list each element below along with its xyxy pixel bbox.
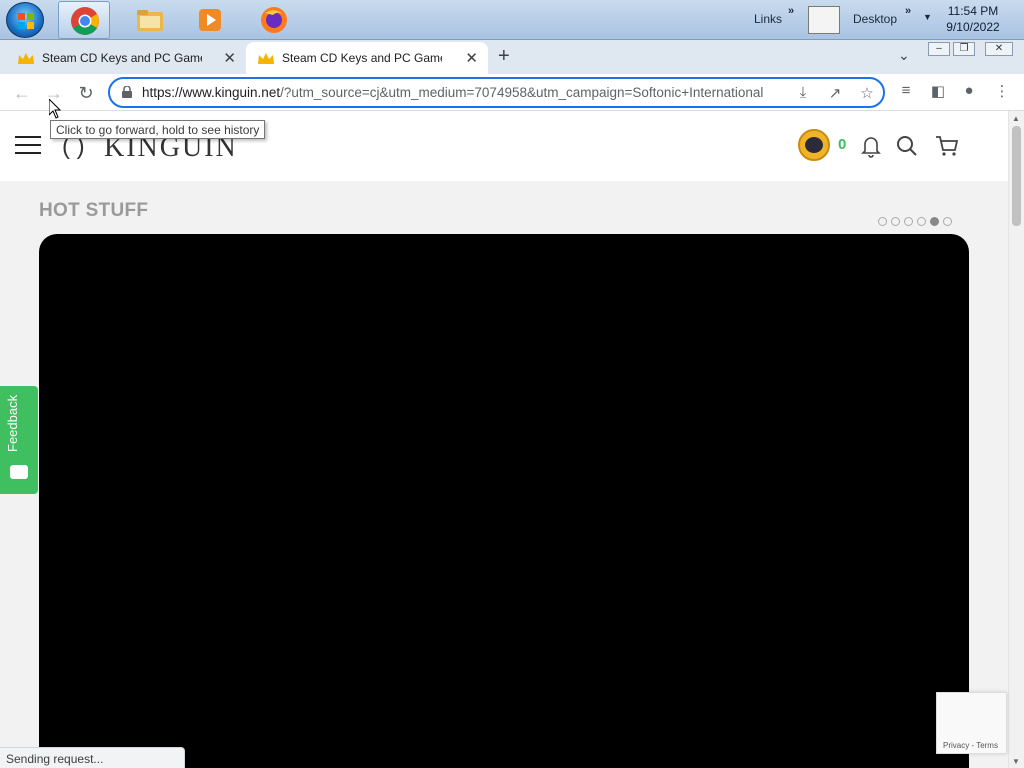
taskbar-chrome[interactable] bbox=[58, 1, 110, 39]
url-host: https://www.kinguin.net bbox=[142, 85, 281, 100]
lock-icon bbox=[122, 86, 132, 98]
tab-title: Steam CD Keys and PC Game Keys bbox=[42, 51, 202, 65]
clock-date: 9/10/2022 bbox=[946, 20, 1000, 34]
desktop-label: Desktop bbox=[853, 12, 898, 26]
chrome-icon bbox=[71, 7, 99, 35]
side-panel-icon[interactable]: ◧ bbox=[927, 82, 949, 104]
carousel-dot[interactable] bbox=[930, 217, 939, 226]
feedback-label: Feedback bbox=[5, 394, 20, 452]
system-clock[interactable]: 11:54 PM 9/10/2022 bbox=[938, 3, 1008, 35]
taskbar-file-explorer[interactable] bbox=[124, 1, 176, 39]
search-icon[interactable] bbox=[894, 133, 920, 159]
scroll-down-arrow-icon[interactable]: ▼ bbox=[1012, 757, 1020, 766]
recaptcha-badge[interactable]: Privacy - Terms bbox=[936, 692, 1007, 754]
bell-icon[interactable] bbox=[858, 133, 884, 159]
address-bar[interactable]: https://www.kinguin.net/?utm_source=cj&u… bbox=[108, 77, 885, 108]
clock-time: 11:54 PM bbox=[947, 4, 999, 18]
feedback-icon bbox=[10, 465, 28, 479]
url-path: /?utm_source=cj&utm_medium=7074958&utm_c… bbox=[280, 85, 764, 100]
share-icon[interactable]: ↗ bbox=[825, 84, 845, 104]
tab-strip: Steam CD Keys and PC Game Keys ✕ Steam C… bbox=[0, 40, 1024, 74]
page-scrollbar[interactable]: ▲ ▼ bbox=[1008, 111, 1024, 768]
new-tab-button[interactable]: + bbox=[498, 45, 510, 68]
file-explorer-icon bbox=[137, 10, 163, 31]
reload-icon[interactable]: ↻ bbox=[74, 81, 98, 105]
kinguin-favicon-icon bbox=[18, 53, 34, 64]
forward-button-tooltip: Click to go forward, hold to see history bbox=[50, 120, 266, 139]
media-queue-icon[interactable]: ≡ bbox=[895, 82, 917, 104]
close-window-button[interactable]: ✕ bbox=[985, 42, 1013, 56]
firefox-icon bbox=[261, 7, 287, 33]
tab-close-icon[interactable]: ✕ bbox=[465, 49, 478, 67]
restore-button[interactable]: ❐ bbox=[953, 42, 975, 56]
taskbar-media-player[interactable] bbox=[184, 1, 236, 39]
profile-avatar-icon[interactable]: ● bbox=[958, 82, 980, 104]
mouse-cursor-icon bbox=[49, 99, 61, 119]
carousel-dot[interactable] bbox=[917, 217, 926, 226]
media-player-icon bbox=[199, 9, 221, 31]
tab-search-chevron-icon[interactable]: ⌄ bbox=[898, 47, 910, 64]
browser-toolbar: ← → ↻ https://www.kinguin.net/?utm_sourc… bbox=[0, 74, 1024, 111]
chevron-icon: » bbox=[905, 5, 912, 17]
hamburger-menu-icon[interactable] bbox=[15, 136, 41, 156]
windows-taskbar: Links » Desktop » ▼ 11:54 PM 9/10/2022 bbox=[0, 0, 1024, 40]
desktop-chevron[interactable]: » bbox=[905, 3, 911, 43]
tab-2[interactable]: Steam CD Keys and PC Game Keys ✕ bbox=[246, 42, 488, 74]
carousel-dots bbox=[878, 213, 956, 226]
recaptcha-links[interactable]: Privacy - Terms bbox=[943, 741, 998, 750]
install-app-icon[interactable]: ⤓ bbox=[793, 84, 813, 104]
url-text[interactable]: https://www.kinguin.net/?utm_source=cj&u… bbox=[142, 85, 787, 100]
carousel-dot[interactable] bbox=[904, 217, 913, 226]
menu-kebab-icon[interactable]: ⋮ bbox=[991, 82, 1013, 104]
carousel-dot[interactable] bbox=[891, 217, 900, 226]
windows-logo-icon bbox=[18, 13, 34, 29]
links-chevron[interactable]: » bbox=[788, 3, 794, 43]
links-label: Links bbox=[754, 12, 783, 26]
status-bubble: Sending request... bbox=[0, 747, 185, 768]
scroll-up-arrow-icon[interactable]: ▲ bbox=[1012, 114, 1020, 123]
minimize-button[interactable]: – bbox=[928, 42, 950, 56]
carousel-dot[interactable] bbox=[943, 217, 952, 226]
scroll-thumb[interactable] bbox=[1012, 126, 1021, 226]
hero-carousel-banner[interactable] bbox=[39, 234, 969, 768]
bookmark-star-icon[interactable]: ☆ bbox=[857, 84, 877, 104]
tab-1[interactable]: Steam CD Keys and PC Game Keys ✕ bbox=[6, 42, 246, 74]
tab-close-icon[interactable]: ✕ bbox=[223, 49, 236, 67]
coin-count: 0 bbox=[838, 136, 847, 153]
taskbar-firefox[interactable] bbox=[248, 1, 300, 39]
start-button[interactable] bbox=[6, 2, 44, 38]
kinguin-coin-icon[interactable] bbox=[798, 129, 830, 161]
desktop-shortcut-icon[interactable] bbox=[808, 6, 840, 34]
kinguin-favicon-icon bbox=[258, 53, 274, 64]
chevron-icon: » bbox=[788, 5, 795, 17]
tab-title: Steam CD Keys and PC Game Keys bbox=[282, 51, 442, 65]
back-arrow-icon[interactable]: ← bbox=[10, 81, 34, 105]
section-title: HOT STUFF bbox=[39, 200, 149, 221]
cart-icon[interactable] bbox=[934, 133, 960, 159]
carousel-dot[interactable] bbox=[878, 217, 887, 226]
feedback-tab[interactable]: Feedback bbox=[0, 386, 38, 494]
